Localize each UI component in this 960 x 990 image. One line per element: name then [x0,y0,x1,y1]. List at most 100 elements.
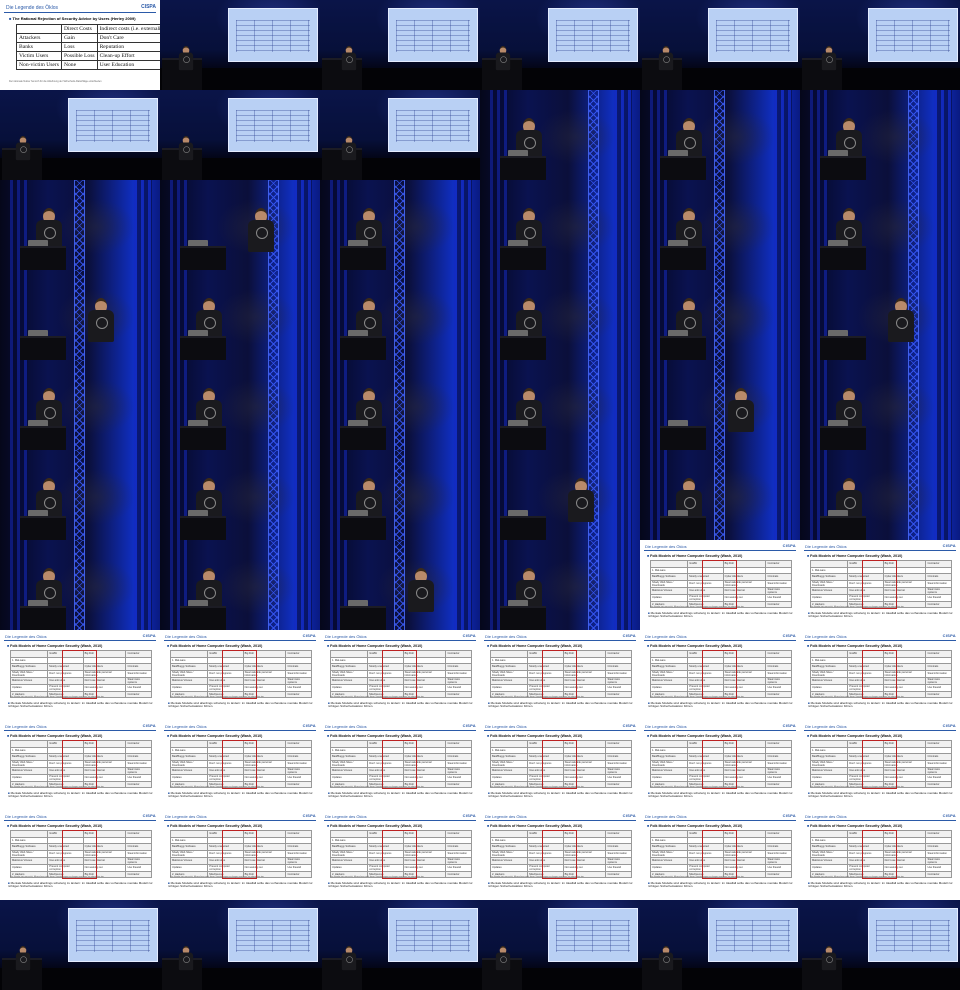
table-row: Banks Loss Reputation [16,42,160,52]
speaker-torso [495,52,511,71]
projection-screen [68,98,158,152]
slide-title: Folk Models of Home Computer Security (W… [807,734,902,738]
table-cell: Steal information [445,849,472,858]
slide-note: Die Studie hat versucht, Menschen nach i… [650,696,744,698]
slide-header: Die Legende des Öklos [805,724,847,729]
slide-title: Folk Models of Home Computer Security (W… [807,554,902,558]
table-cell: Contractor [925,780,952,788]
table-cell: Use firewall [445,863,472,872]
stage-curtain [454,540,472,630]
table-cell: Steal more systems [605,676,632,685]
cispa-logo: CISPA [942,813,956,818]
table-cell: Reputation [96,42,160,52]
highlight-box [222,740,257,789]
slide-note: Die Studie hat versucht, Menschen nach i… [810,696,904,698]
table-cell: Updates [809,593,849,602]
slide-header: Die Legende des Öklos [485,814,527,819]
stage-curtain [614,180,632,270]
speaker-figure [88,298,114,342]
video-frame-contact-sheet: Die Legende des Öklos CISPA The Rational R… [0,0,960,990]
slide-header: Die Legende des Öklos [6,5,58,11]
video-frame-tile [320,90,480,180]
table-cell: Shady Web Sites / Downloads [649,669,689,678]
table-cell: Steal information [925,759,952,768]
speaker-figure [341,135,357,161]
slide-header: Die Legende des Öklos [325,814,367,819]
speaker-torso [88,310,114,342]
projection-screen [868,8,958,62]
table-cell: Shady Web Sites / Downloads [169,669,209,678]
video-frame-tile: Die Legende des Öklos CISPA Folk Models of… [640,720,800,810]
stage-truss [268,540,279,630]
slide-title: Folk Models of Home Computer Security (W… [167,734,262,738]
table-cell: Malicious Viruses [649,766,689,775]
slide-header: Die Legende des Öklos [805,814,847,819]
projection-screen [228,8,318,62]
slide-header: Die Legende des Öklos [805,544,847,549]
stage-truss [588,360,599,450]
stage-curtain [134,180,152,270]
table-cell: Shady Web Sites / Downloads [9,669,49,678]
video-frame-tile [480,900,640,990]
stage-truss [908,90,919,180]
lectern [820,156,866,180]
table-cell: Steal more systems [445,676,472,685]
speaker-torso [341,52,357,71]
slide-title: Folk Models of Home Computer Security (W… [7,734,102,738]
stage-curtain [934,90,952,180]
lectern [180,426,226,450]
slide-header: Die Legende des Öklos [165,634,207,639]
slide-title: The Rational Rejection of Security Advic… [9,16,136,21]
video-frame-tile: Die Legende des Öklos CISPA Folk Models of… [800,630,960,720]
lectern [500,426,546,450]
highlight-box [222,830,257,879]
projection-screen [388,908,478,962]
video-frame-tile: Die Legende des Öklos CISPA Folk Models of… [640,810,800,900]
slide-footer-bullet: Mentale Modelle sind allerdings schwieri… [808,701,953,709]
video-frame-tile [0,90,160,180]
table-cell: Steal information [125,669,152,678]
slide-footer-bullet: Mentale Modelle sind allerdings schwieri… [648,791,793,799]
table-cell: Contractor [125,780,152,788]
table-cell: Use firewall [605,863,632,872]
lectern [340,426,386,450]
stage-truss [908,450,919,540]
table-cell: Contractor [285,780,312,788]
stage-truss [714,270,725,360]
projection-screen [548,8,638,62]
slide-header: Die Legende des Öklos [805,634,847,639]
stage-truss [394,180,405,270]
slide-note: Die Studie hat versucht, Menschen nach i… [650,786,744,788]
stage-curtain [934,180,952,270]
table-cell: Steal information [285,849,312,858]
speaker-figure [248,208,274,252]
highlight-box [862,560,897,609]
video-frame-tile [480,540,640,630]
video-frame-tile [160,900,320,990]
table-cell: Steal information [765,849,792,858]
lectern [660,426,706,450]
speaker-torso [821,52,837,71]
table-cell: Steal more systems [285,676,312,685]
table-cell: Steal more systems [925,766,952,775]
video-frame-tile [800,270,960,360]
slide-header: Die Legende des Öklos [325,634,367,639]
video-frame-tile: Die Legende des Öklos CISPA Folk Models of… [160,720,320,810]
table-cell: Direct Costs [60,24,98,34]
video-frame-tile [640,900,800,990]
table-row: Attackers Gain Don't Care [16,33,160,43]
video-frame-tile [160,450,320,540]
table-cell: Contractor [925,870,952,878]
table-cell: Steal more systems [445,856,472,865]
video-frame-tile [480,180,640,270]
table-cell: Steal more systems [605,856,632,865]
slide-note: Die Studie hat versucht, Menschen nach i… [810,786,904,788]
cispa-logo: CISPA [622,633,636,638]
speaker-torso [15,142,31,161]
highlight-box [382,830,417,879]
speaker-figure [568,478,594,522]
stage-curtain [614,540,632,630]
lectern [180,246,226,270]
highlight-box [702,740,737,789]
slide-footer-bullet: Mentale Modelle sind allerdings schwieri… [328,701,473,709]
